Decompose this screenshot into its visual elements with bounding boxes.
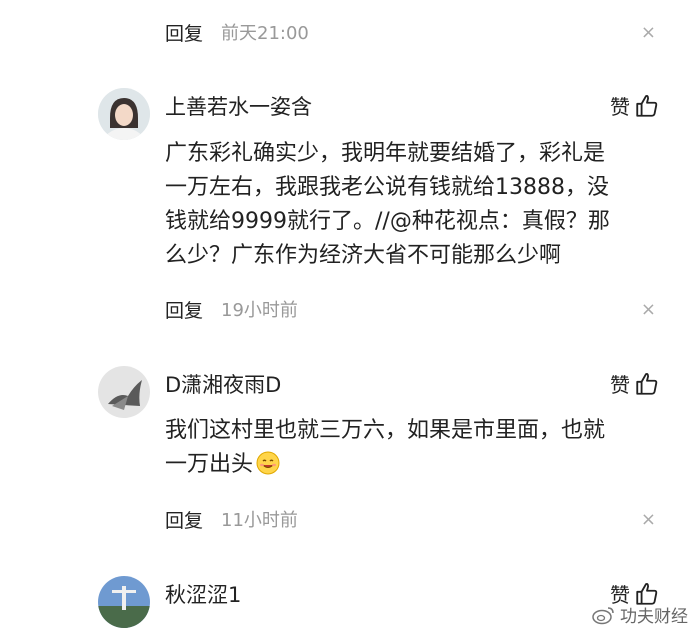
comment-text: 广东彩礼确实少，我明年就要结婚了，彩礼是 一万左右，我跟我老公说有钱就给1388…: [165, 137, 655, 273]
comment-line: 广东彩礼确实少，我明年就要结婚了，彩礼是: [165, 141, 606, 166]
like-button[interactable]: 赞: [610, 91, 660, 120]
smiling-face-emoji-icon: [256, 451, 280, 475]
like-label: 赞: [610, 95, 630, 119]
username[interactable]: 上善若水一姿含: [165, 91, 312, 121]
comment-line: 钱就给9999就行了。//@种花视点：真假？那: [165, 209, 610, 234]
reply-button[interactable]: 回复: [165, 296, 203, 323]
close-icon[interactable]: ×: [641, 299, 656, 320]
reply-button[interactable]: 回复: [165, 506, 203, 533]
avatar[interactable]: [98, 576, 150, 628]
comment-line: 一万左右，我跟我老公说有钱就给13888，没: [165, 175, 609, 200]
watermark: 功夫财经: [592, 602, 688, 627]
reply-row: 回复 11小时前: [165, 505, 298, 533]
close-icon[interactable]: ×: [641, 22, 656, 43]
thumbs-up-icon: [636, 372, 658, 395]
reply-row: 回复 前天21:00: [165, 18, 309, 46]
comment-time: 前天21:00: [221, 23, 309, 44]
thumbs-up-icon: [636, 94, 658, 117]
comment-time: 11小时前: [221, 510, 298, 531]
reply-row: 回复 19小时前: [165, 295, 298, 323]
comment-line: 一万出头: [165, 448, 655, 482]
comment-text: 我们这村里也就三万六，如果是市里面，也就 一万出头: [165, 414, 655, 482]
watermark-text: 功夫财经: [620, 607, 688, 627]
weibo-logo-icon: [592, 606, 614, 624]
reply-button[interactable]: 回复: [165, 19, 203, 46]
close-icon[interactable]: ×: [641, 509, 656, 530]
comment-line: 么少？广东作为经济大省不可能那么少啊: [165, 243, 562, 268]
avatar[interactable]: [98, 88, 150, 140]
username[interactable]: 秋涩涩1: [165, 579, 241, 609]
avatar[interactable]: [98, 366, 150, 418]
comment-time: 19小时前: [221, 300, 298, 321]
like-label: 赞: [610, 373, 630, 397]
comment-line: 我们这村里也就三万六，如果是市里面，也就: [165, 418, 606, 443]
like-button[interactable]: 赞: [610, 369, 660, 398]
username[interactable]: D潇湘夜雨D: [165, 369, 281, 399]
